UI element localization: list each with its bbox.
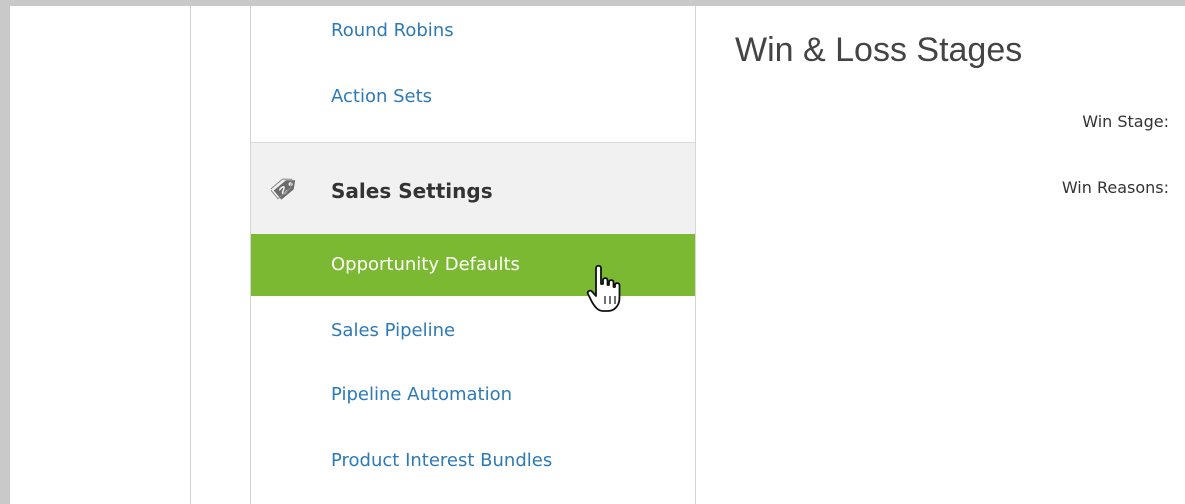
page-title: Win & Loss Stages <box>735 31 1023 69</box>
column-gap <box>192 6 250 504</box>
left-gutter <box>10 6 191 504</box>
win-stage-label: Win Stage: <box>1082 112 1169 131</box>
main-content: Win & Loss Stages Win Stage: Win Reasons… <box>697 6 1185 504</box>
section-title: Sales Settings <box>331 179 493 203</box>
sidebar-item-pipeline-automation[interactable]: Pipeline Automation <box>331 384 512 406</box>
sidebar-group-top: Round Robins Action Sets <box>251 6 695 143</box>
sidebar-item-product-interest-bundles[interactable]: Product Interest Bundles <box>331 450 552 472</box>
win-reasons-label: Win Reasons: <box>1061 178 1169 197</box>
price-tag-icon <box>269 173 301 203</box>
sidebar-item-round-robins[interactable]: Round Robins <box>331 20 454 42</box>
sidebar-item-sales-pipeline[interactable]: Sales Pipeline <box>331 320 455 342</box>
section-header-sales-settings[interactable]: Sales Settings <box>251 143 695 234</box>
window-frame-left <box>0 0 10 504</box>
sidebar-item-opportunity-defaults[interactable]: Opportunity Defaults <box>251 234 695 296</box>
sidebar-item-label: Opportunity Defaults <box>331 254 520 275</box>
settings-sidebar: Round Robins Action Sets Sales Settings … <box>250 6 696 504</box>
sidebar-item-action-sets[interactable]: Action Sets <box>331 86 432 108</box>
hand-cursor-icon <box>586 262 626 318</box>
